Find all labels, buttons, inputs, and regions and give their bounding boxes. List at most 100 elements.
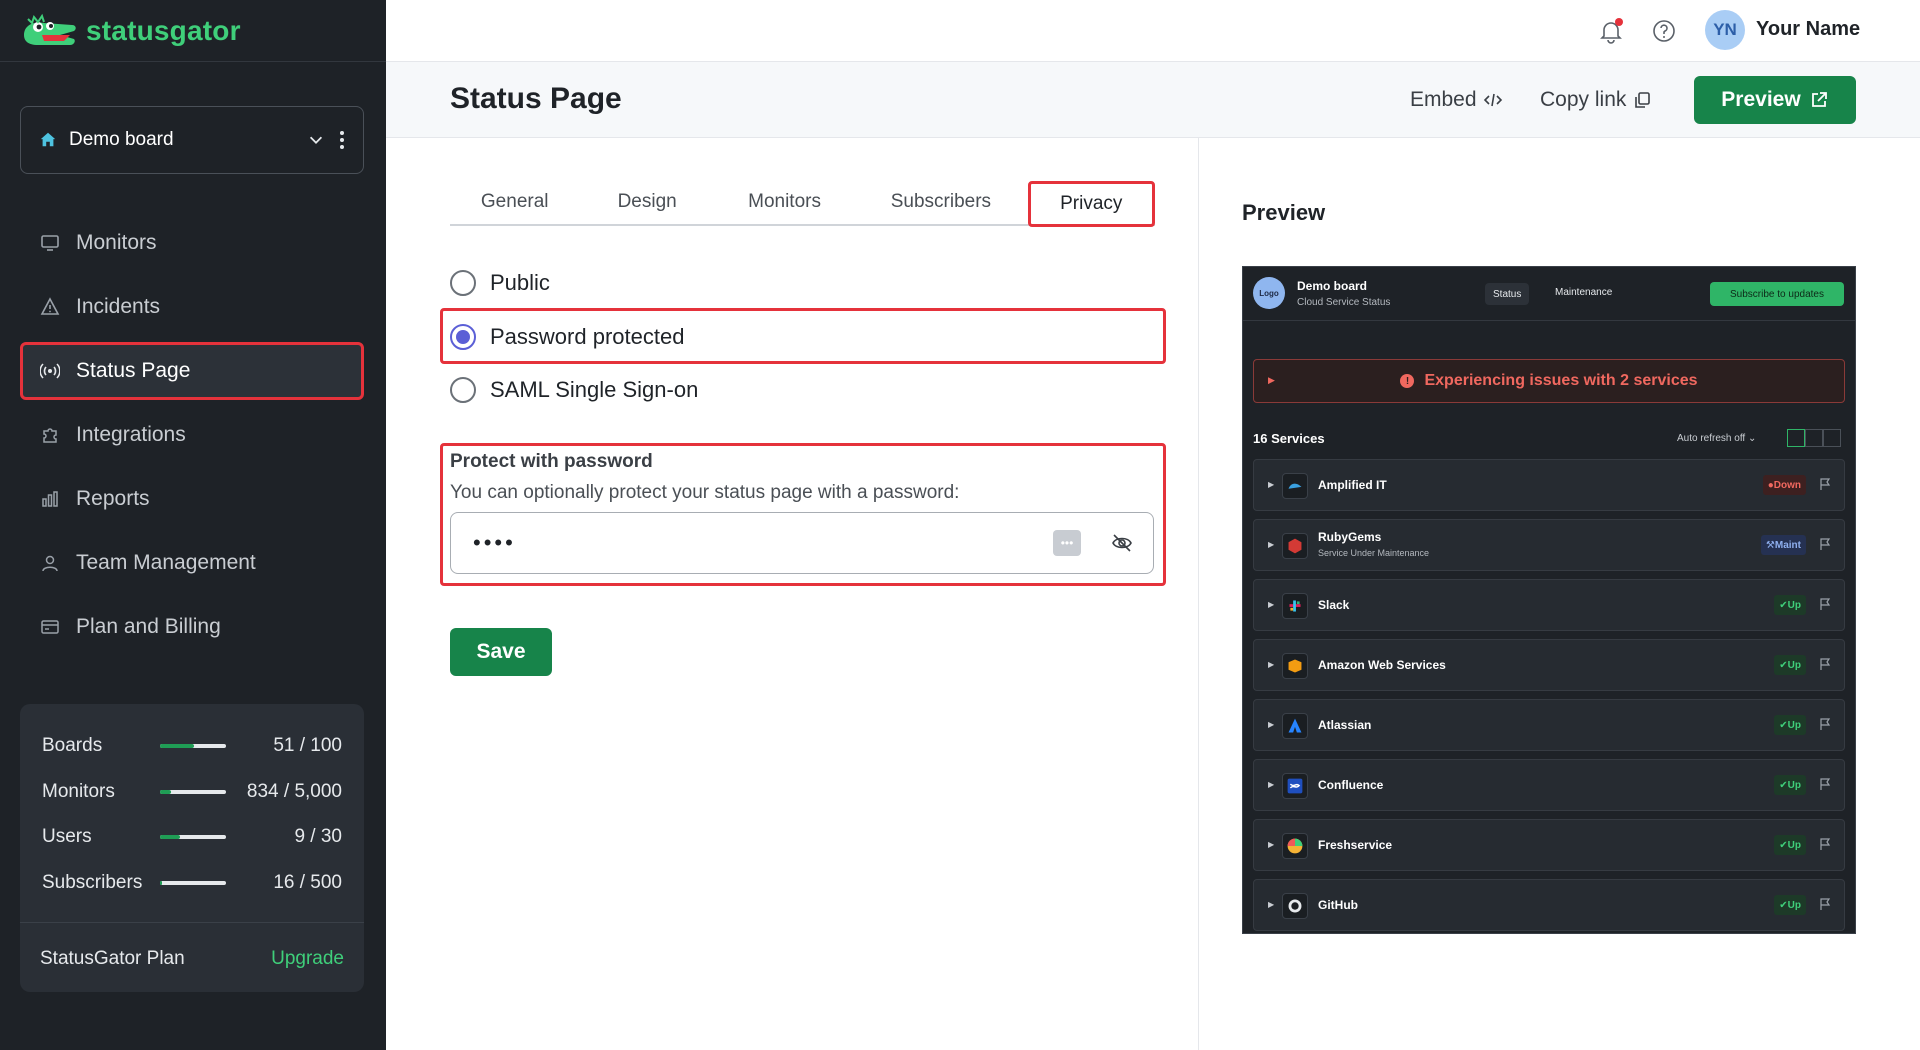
notification-dot [1615,18,1623,26]
status-text: Up [1787,719,1801,731]
tab-design[interactable]: Design [579,180,714,224]
preview-services-count: 16 Services [1253,431,1325,446]
usage-bar [160,835,226,839]
slack-icon [1282,593,1308,619]
sidebar-item-label: Team Management [76,551,256,574]
status-text: Up [1787,599,1801,611]
code-icon [1483,93,1502,107]
brand[interactable]: statusgator [0,0,386,62]
usage-value: 834 / 5,000 [246,781,342,802]
avatar[interactable]: YN [1705,10,1745,50]
amplified-it-icon [1282,473,1308,499]
tab-general[interactable]: General [450,180,579,224]
sidebar-item-label: Reports [76,487,150,510]
notifications-button[interactable] [1598,18,1624,44]
tab-monitors[interactable]: Monitors [715,180,854,224]
service-name: Freshservice [1318,838,1393,852]
tab-privacy[interactable]: Privacy [1027,181,1155,227]
help-circle-icon [1653,20,1675,42]
sidebar-item-label: Plan and Billing [76,615,221,638]
help-button[interactable] [1651,18,1677,44]
radio-password-protected[interactable]: Password protected [450,322,684,352]
eye-off-icon[interactable] [1111,532,1133,554]
service-name: Slack [1318,598,1350,612]
preview-button[interactable]: Preview [1694,76,1856,124]
sidebar-item-plan-and-billing[interactable]: Plan and Billing [20,598,364,656]
user-name[interactable]: Your Name [1756,18,1860,41]
radio-button[interactable] [450,324,476,350]
rubygems-icon [1282,533,1308,559]
preview-header: Logo Demo board Cloud Service Status Sta… [1243,267,1855,321]
usage-bar [160,881,226,885]
sidebar-item-team-management[interactable]: Team Management [20,534,364,592]
preview-service-row: ▶ RubyGems Service Under Maintenance ⚒ M… [1253,519,1845,571]
gator-logo-icon [24,13,76,45]
caret-right-icon: ▶ [1268,600,1275,609]
save-button[interactable]: Save [450,628,552,676]
status-text: Down [1773,479,1801,491]
copy-icon [1635,92,1651,108]
sidebar-item-monitors[interactable]: Monitors [20,214,364,272]
embed-label: Embed [1410,88,1477,111]
radio-public[interactable]: Public [450,268,550,298]
sidebar-nav: Monitors Incidents Status Page Integrati… [20,214,364,662]
caret-right-icon: ▶ [1268,900,1275,909]
preview-logo: Logo [1253,277,1285,309]
bar-chart-icon [42,491,58,507]
sidebar-item-label: Status Page [76,359,191,382]
radio-saml-sso[interactable]: SAML Single Sign-on [450,375,698,405]
board-selector[interactable]: Demo board [20,106,364,174]
preview-alert-banner: ▶ ! Experiencing issues with 2 services [1253,359,1845,403]
flag-icon [1820,478,1831,490]
credit-card-icon [41,620,59,634]
home-icon [40,132,56,147]
radio-button[interactable] [450,270,476,296]
chevron-down-icon[interactable] [307,131,325,149]
caret-right-icon: ▶ [1268,720,1275,729]
status-text: Up [1787,659,1801,671]
password-field[interactable]: •••• ••• [450,512,1154,574]
service-subtitle: Service Under Maintenance [1318,548,1430,558]
warning-icon [40,297,60,315]
confluence-icon [1282,773,1308,799]
plan-row: StatusGator Plan Upgrade [40,948,344,970]
password-manager-icon[interactable]: ••• [1053,530,1081,556]
caret-right-icon: ▶ [1268,480,1275,489]
status-badge: ✔ Up [1774,895,1806,915]
more-vertical-icon[interactable] [339,130,345,150]
upgrade-link[interactable]: Upgrade [271,948,344,970]
preview-service-row: ▶ GitHub ✔ Up [1253,879,1845,931]
usage-value: 9 / 30 [294,826,342,847]
flag-icon [1820,718,1831,730]
preview-auto-refresh: Auto refresh off ⌄ [1677,433,1757,444]
usage-bar-fill [160,744,194,748]
aws-icon [1282,653,1308,679]
usage-row-boards: Boards 51 / 100 [42,734,342,758]
preview-service-row: ▶ Amazon Web Services ✔ Up [1253,639,1845,691]
usage-row-monitors: Monitors 834 / 5,000 [42,780,342,804]
copy-link-button[interactable]: Copy link [1540,88,1652,112]
sidebar-item-status-page[interactable]: Status Page [20,342,364,400]
preview-subscribe-button: Subscribe to updates [1710,282,1844,306]
auto-refresh-label: Auto refresh off [1677,433,1746,444]
preview-alert-text: Experiencing issues with 2 services [1424,372,1698,389]
sidebar-item-label: Integrations [76,423,186,446]
external-link-icon [1811,92,1827,107]
status-text: Up [1787,779,1801,791]
password-value: •••• [473,530,516,555]
status-badge: ✔ Up [1774,595,1806,615]
tab-subscribers[interactable]: Subscribers [854,180,1027,224]
preview-heading: Preview [1242,200,1326,225]
sidebar-item-incidents[interactable]: Incidents [20,278,364,336]
page-title: Status Page [450,82,622,115]
compact-view-icon [1823,429,1841,447]
sidebar-item-integrations[interactable]: Integrations [20,406,364,464]
service-name: Confluence [1318,778,1384,792]
embed-button[interactable]: Embed [1410,88,1503,112]
service-name: RubyGems [1318,530,1382,544]
sidebar-item-reports[interactable]: Reports [20,470,364,528]
radio-button[interactable] [450,377,476,403]
preview-board-name: Demo board [1297,279,1368,293]
page-header: Status Page Embed Copy link Preview [386,62,1920,138]
flag-icon [1820,778,1831,790]
